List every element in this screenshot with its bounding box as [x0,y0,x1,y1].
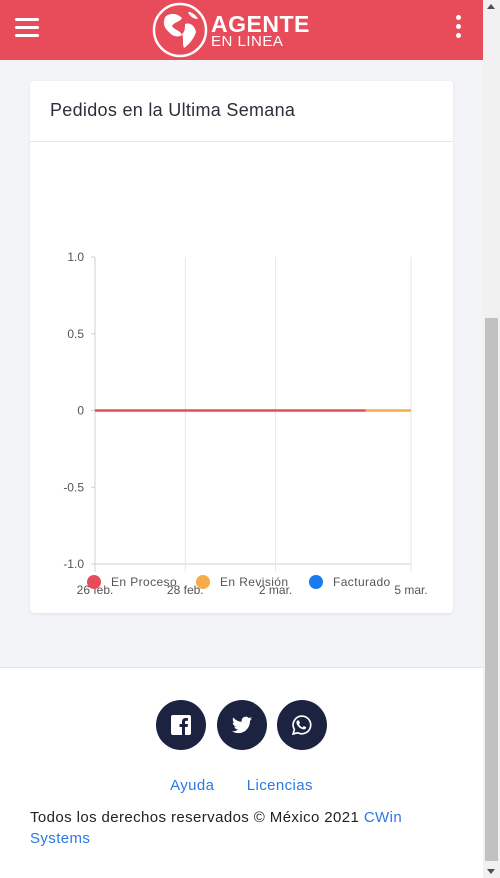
scroll-down-icon[interactable] [487,869,495,874]
y-tick-label: -0.5 [63,480,84,494]
y-tick-label: 1.0 [67,250,84,264]
legend-marker [87,575,101,589]
facebook-icon [171,715,191,735]
help-link[interactable]: Ayuda [170,777,214,794]
legend-marker [196,575,210,589]
orders-chart-card: Pedidos en la Ultima Semana 26 feb. 28 fe… [30,81,453,613]
globe-icon [152,2,208,58]
facebook-button[interactable] [156,700,206,750]
hamburger-icon[interactable] [15,18,39,40]
footer-links: Ayuda Licencias [0,777,483,795]
card-title: Pedidos en la Ultima Semana [50,100,296,120]
y-tick-label: -1.0 [63,557,84,571]
y-tick-label: 0 [77,404,84,418]
scroll-thumb[interactable] [485,318,498,861]
copyright-notice: Todos los derechos reservados © México 2… [30,807,410,849]
legend-label: En Proceso [111,575,177,589]
legend-marker [309,575,323,589]
page-scrollbar[interactable] [483,0,500,878]
licenses-link[interactable]: Licencias [247,777,313,794]
more-options-icon[interactable] [453,15,463,41]
whatsapp-icon [291,715,312,736]
legend-label: Facturado [333,575,391,589]
y-tick-label: 0.5 [67,327,84,341]
logo-subtitle: EN LINEA [211,33,284,50]
whatsapp-button[interactable] [277,700,327,750]
legend-label: En Revisión [220,575,288,589]
scroll-up-icon[interactable] [487,4,495,9]
x-tick-label: 5 mar. [394,583,427,597]
top-app-bar: AGENTE EN LINEA [0,0,483,60]
copyright-text: Todos los derechos reservados © México 2… [30,809,364,826]
page-footer: Ayuda Licencias Todos los derechos reser… [0,668,483,878]
orders-line-chart: 26 feb. 28 feb. 2 mar. 5 mar.1.00.50-0.5-1.… [63,250,427,597]
twitter-icon [231,716,253,734]
app-logo[interactable]: AGENTE EN LINEA [152,2,322,58]
card-header: Pedidos en la Ultima Semana [30,81,453,142]
twitter-button[interactable] [217,700,267,750]
